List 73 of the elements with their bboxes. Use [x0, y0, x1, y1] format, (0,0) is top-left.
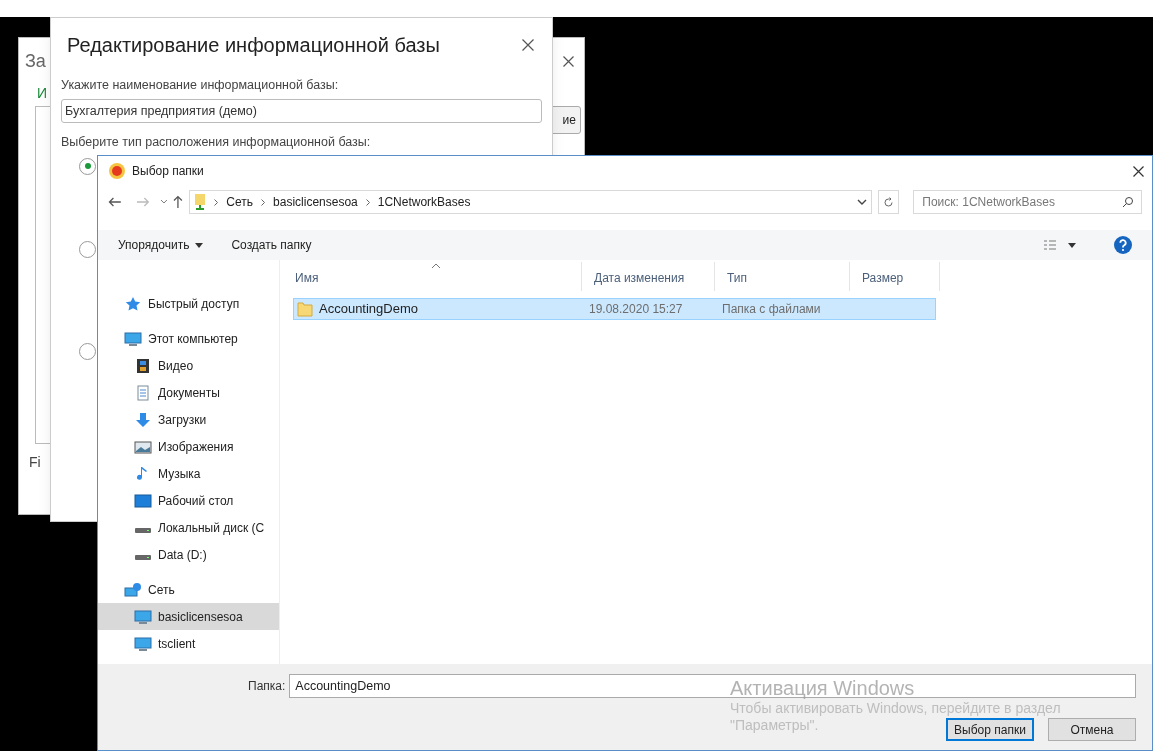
picture-icon [134, 438, 152, 455]
nav-item[interactable]: Документы [98, 379, 279, 406]
column-header[interactable]: Тип [715, 262, 850, 291]
chevron-right-icon [365, 198, 370, 206]
column-header[interactable]: Имя [283, 262, 582, 291]
nav-item[interactable]: basiclicensesoa [98, 603, 279, 630]
radio-button[interactable] [79, 342, 96, 360]
watermark-title: Активация Windows [730, 676, 915, 700]
nav-item[interactable]: Музыка [98, 460, 279, 487]
sort-caret-icon [431, 263, 441, 269]
up-arrow-icon[interactable] [173, 195, 184, 209]
address-bar[interactable]: Сеть basiclicensesoa 1CNetworkBases [189, 190, 872, 214]
chevron-down-icon[interactable] [856, 198, 867, 206]
breadcrumb[interactable]: 1CNetworkBases [377, 193, 471, 211]
window-title: За [25, 50, 46, 73]
file-name: AccountingDemo [319, 300, 418, 319]
film-icon [134, 357, 152, 374]
star-icon [124, 295, 142, 312]
nav-item[interactable]: Быстрый доступ [98, 290, 279, 317]
nav-item[interactable]: Сеть [98, 576, 279, 603]
dialog-button[interactable]: Отмена [1048, 718, 1136, 741]
dialog-title: Редактирование информационной базы [67, 33, 440, 58]
toolbar-button[interactable]: Создать папку [231, 236, 312, 254]
back-arrow-icon[interactable] [108, 197, 122, 207]
chevron-right-icon [261, 198, 266, 206]
table-cell-text: 19.08.2020 15:27 [588, 301, 684, 318]
name-input-field[interactable]: Бухгалтерия предприятия (демо) [61, 98, 542, 123]
search-field[interactable]: Поиск: 1CNetworkBases [913, 190, 1142, 214]
dialog-title: Выбор папки [132, 163, 204, 180]
drive-icon [135, 554, 151, 560]
toolbar-button[interactable]: Упорядочить [118, 236, 204, 254]
computer-icon [134, 635, 152, 652]
link[interactable]: И [37, 83, 48, 104]
nav-item[interactable]: Этот компьютер [98, 325, 279, 352]
nav-item[interactable]: Загрузки [98, 406, 279, 433]
file-row[interactable]: AccountingDemo 19.08.2020 15:27 Папка с файлами [293, 298, 936, 320]
chevron-right-icon [214, 198, 219, 206]
field-label: Выберите тип расположения информационной базы: [60, 133, 372, 151]
close-icon[interactable] [563, 56, 574, 67]
nav-item[interactable]: tsclient [98, 630, 279, 657]
nav-item[interactable]: Рабочий стол [98, 487, 279, 514]
nav-item[interactable]: Локальный диск (C [98, 514, 279, 541]
desktop-icon [134, 492, 152, 509]
document-icon [134, 384, 152, 401]
folder-icon [297, 301, 313, 317]
refresh-icon [882, 196, 894, 208]
column-header[interactable]: Размер [850, 262, 940, 291]
column-header[interactable]: Дата изменения [582, 262, 715, 291]
network-folder-icon [194, 193, 207, 211]
radio-button[interactable] [79, 240, 96, 258]
help-icon[interactable] [1114, 236, 1132, 254]
download-arrow-icon [134, 411, 152, 428]
drive-icon [135, 527, 151, 533]
nav-item[interactable]: Изображения [98, 433, 279, 460]
computer-icon [134, 608, 152, 625]
field-label: Fi [29, 453, 41, 472]
nav-item[interactable]: Data (D:) [98, 541, 279, 568]
close-icon[interactable] [522, 39, 534, 51]
app-logo-icon [108, 162, 126, 180]
table-cell-text: Папка с файлами [721, 301, 822, 318]
refresh-button[interactable] [877, 190, 900, 214]
breadcrumb[interactable]: basiclicensesoa [273, 193, 358, 211]
close-icon[interactable] [1133, 165, 1144, 177]
view-options-icon[interactable] [1044, 240, 1078, 250]
radio-button[interactable] [79, 157, 96, 175]
dialog-button[interactable]: Выбор папки [946, 718, 1034, 741]
field-label: Папка: [248, 678, 286, 695]
search-icon[interactable] [1122, 196, 1134, 208]
computer-icon [124, 330, 142, 347]
breadcrumb[interactable]: Сеть [226, 193, 254, 211]
field-label: Укажите наименование информационной базы: [60, 77, 340, 94]
nav-item[interactable]: Видео [98, 352, 279, 379]
network-icon [124, 581, 142, 598]
